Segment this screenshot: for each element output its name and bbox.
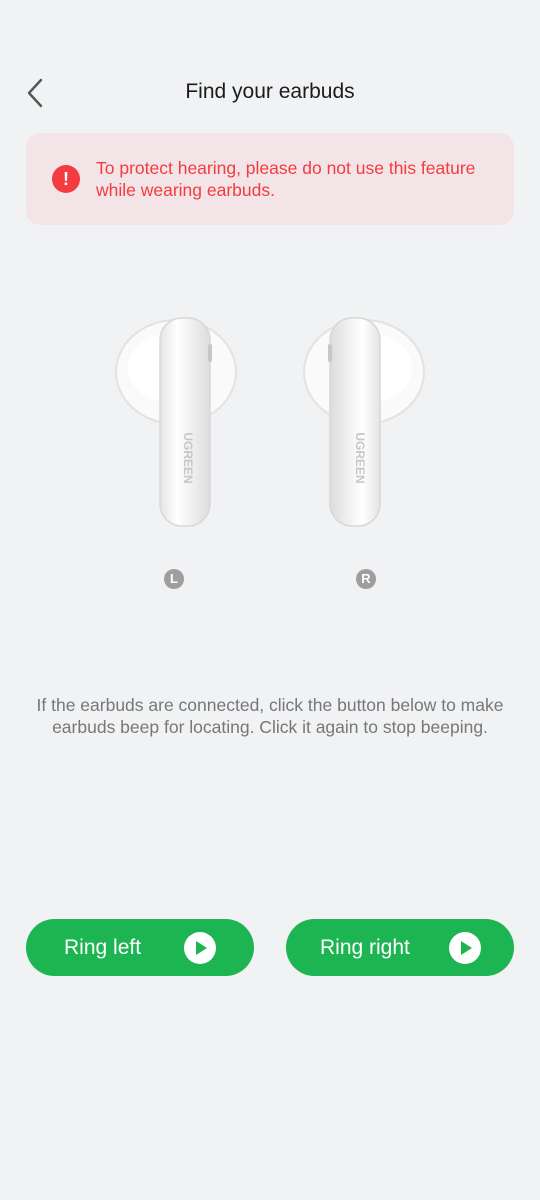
instructions-text: If the earbuds are connected, click the … xyxy=(36,695,504,737)
ring-right-label: Ring right xyxy=(320,936,410,959)
right-side-badge: R xyxy=(356,569,376,589)
left-side-badge: L xyxy=(164,569,184,589)
right-earbud-image: UGREEN xyxy=(300,312,430,530)
svg-text:UGREEN: UGREEN xyxy=(353,432,367,483)
play-icon xyxy=(184,932,216,964)
left-earbud-image: UGREEN xyxy=(110,312,240,530)
play-icon xyxy=(449,932,481,964)
warning-text: To protect hearing, please do not use th… xyxy=(96,158,476,200)
ring-left-button[interactable]: Ring left xyxy=(26,919,254,976)
ring-left-label: Ring left xyxy=(64,936,142,959)
svg-text:UGREEN: UGREEN xyxy=(181,432,195,483)
header: Find your earbuds xyxy=(0,60,540,128)
exclamation-icon: ! xyxy=(52,165,80,193)
ring-right-button[interactable]: Ring right xyxy=(286,919,514,976)
page-title: Find your earbuds xyxy=(185,80,355,103)
hearing-warning-banner: ! To protect hearing, please do not use … xyxy=(26,133,514,225)
